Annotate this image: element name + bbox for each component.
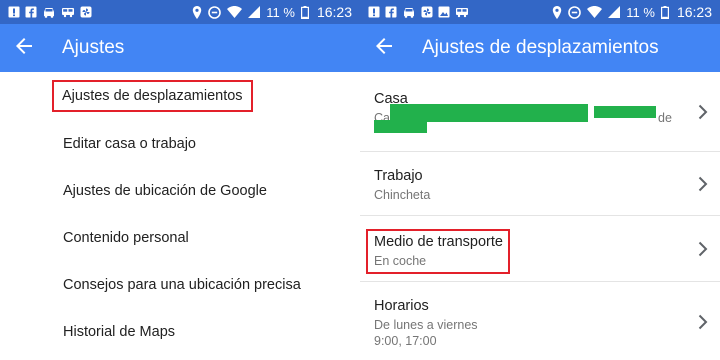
chevron-right-icon <box>698 104 708 120</box>
settings-screen: 11 % 16:23 Ajustes Ajustes de desplazami… <box>0 0 360 360</box>
list-item-title: Trabajo <box>374 168 423 184</box>
list-item-horarios[interactable]: Horarios De lunes a viernes 9:00, 17:00 <box>360 282 720 360</box>
status-bar: 11 % 16:23 <box>0 0 360 24</box>
bus-icon <box>61 6 75 18</box>
highlight-box: Medio de transporte En coche <box>366 229 510 274</box>
list-item-title: Horarios <box>374 298 429 314</box>
battery-icon <box>300 5 309 19</box>
list-item-historial-maps[interactable]: Historial de Maps <box>0 308 360 355</box>
location-icon <box>192 5 202 19</box>
clock: 16:23 <box>316 4 352 20</box>
back-button[interactable] <box>0 24 48 72</box>
image-icon <box>438 6 450 18</box>
bus-icon <box>455 6 469 18</box>
redaction-block <box>374 120 427 133</box>
car-icon <box>42 6 56 18</box>
battery-icon <box>660 5 669 19</box>
battery-percentage: 11 % <box>626 4 655 20</box>
list-item-label: Contenido personal <box>63 229 189 246</box>
list-item-subtitle: De lunes a viernes <box>374 318 478 332</box>
list-item-label: Historial de Maps <box>63 323 176 340</box>
address-end: de <box>658 111 672 125</box>
car-icon <box>402 6 416 18</box>
commute-settings-screen: 11 % 16:23 Ajustes de desplazamientos Ca… <box>360 0 720 360</box>
arrow-back-icon <box>376 37 392 59</box>
arrow-back-icon <box>16 37 32 59</box>
status-bar: 11 % 16:23 <box>360 0 720 24</box>
list-item-subtitle: En coche <box>374 254 427 268</box>
signal-icon <box>608 6 621 18</box>
list-item-label: Editar casa o trabajo <box>63 135 196 152</box>
notification-exclamation-icon <box>368 6 380 18</box>
data-saver-icon <box>568 5 582 19</box>
list-item-editar-casa-trabajo[interactable]: Editar casa o trabajo <box>0 120 360 167</box>
signal-icon <box>248 6 261 18</box>
list-item-trabajo[interactable]: Trabajo Chincheta <box>360 152 720 216</box>
page-title: Ajustes <box>62 37 125 58</box>
page-title: Ajustes de desplazamientos <box>422 37 659 58</box>
app-bar: Ajustes <box>0 24 360 72</box>
list-item-casa[interactable]: Casa Calle de <box>360 72 720 152</box>
notification-exclamation-icon <box>8 6 20 18</box>
redaction-block <box>594 106 656 118</box>
list-item-ajustes-ubicacion-google[interactable]: Ajustes de ubicación de Google <box>0 167 360 214</box>
list-item-label: Consejos para una ubicación precisa <box>63 276 301 293</box>
facebook-icon <box>385 6 397 18</box>
facebook-icon <box>25 6 37 18</box>
chevron-right-icon <box>698 241 708 257</box>
list-item-contenido-personal[interactable]: Contenido personal <box>0 214 360 261</box>
battery-percentage: 11 % <box>266 4 295 20</box>
data-saver-icon <box>208 5 222 19</box>
location-icon <box>552 5 562 19</box>
list-item-medio-transporte[interactable]: Medio de transporte En coche <box>360 216 720 282</box>
pinwheel-icon <box>421 6 433 18</box>
chevron-right-icon <box>698 176 708 192</box>
list-item-subtitle-2: 9:00, 17:00 <box>374 334 437 348</box>
list-item-title: Medio de transporte <box>374 234 503 250</box>
commute-settings-list: Casa Calle de Trabajo Chincheta Medio de… <box>360 72 720 360</box>
list-item-label: Ajustes de desplazamientos <box>52 80 253 112</box>
clock: 16:23 <box>676 4 712 20</box>
list-item-subtitle: Chincheta <box>374 188 431 202</box>
list-item-consejos-ubicacion[interactable]: Consejos para una ubicación precisa <box>0 261 360 308</box>
wifi-icon <box>587 6 603 18</box>
list-item-label: Ajustes de ubicación de Google <box>63 182 267 199</box>
chevron-right-icon <box>698 314 708 330</box>
app-bar: Ajustes de desplazamientos <box>360 24 720 72</box>
pinwheel-icon <box>80 6 92 18</box>
back-button[interactable] <box>360 24 408 72</box>
list-item-ajustes-desplazamientos[interactable]: Ajustes de desplazamientos <box>0 72 360 120</box>
settings-list: Ajustes de desplazamientos Editar casa o… <box>0 72 360 355</box>
wifi-icon <box>227 6 243 18</box>
